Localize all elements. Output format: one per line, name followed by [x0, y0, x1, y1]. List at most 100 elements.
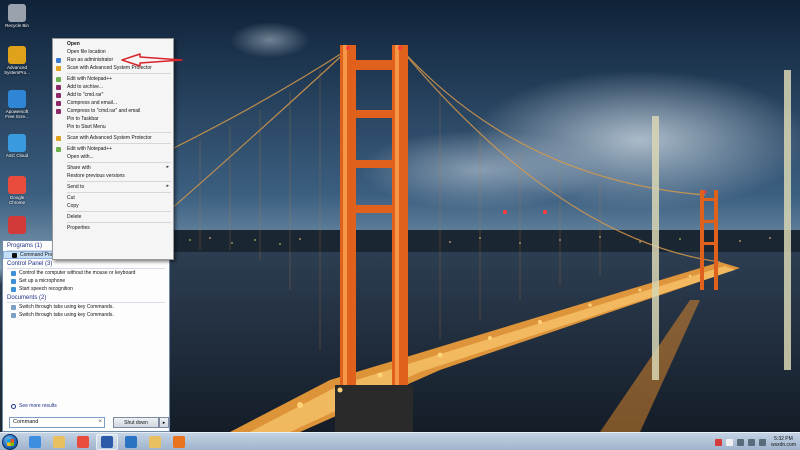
outlook-icon	[125, 435, 137, 448]
shield-icon	[56, 57, 61, 63]
app-icon	[8, 216, 26, 234]
see-more-results-link[interactable]: See more results	[11, 403, 57, 409]
context-menu-item-label: Share with	[67, 165, 91, 171]
archive-icon	[56, 100, 61, 106]
search-result-label: Control the computer without the mouse o…	[19, 270, 136, 276]
context-menu-item[interactable]: Edit with Notepad++	[53, 75, 173, 83]
desktop-icon[interactable]: Google Chrome	[2, 176, 32, 205]
shut-down-options-button[interactable]: ▸	[159, 417, 169, 428]
context-menu-item[interactable]: Compress to "cmd.rar" and email	[53, 107, 173, 115]
context-menu-item[interactable]: Properties	[53, 224, 173, 232]
notepad-icon	[56, 146, 61, 152]
control-panel-header: Control Panel (3)	[7, 261, 53, 267]
network-icon[interactable]	[747, 438, 755, 446]
chrome-icon	[8, 176, 26, 194]
chrome-icon	[77, 435, 89, 448]
search-result-label: Set up a microphone	[19, 278, 66, 284]
asp-icon	[56, 65, 61, 71]
desktop-icon[interactable]: Advanced SystemPro...	[2, 46, 32, 75]
clear-search-icon[interactable]: ×	[98, 419, 102, 425]
context-menu-item[interactable]: Scan with Advanced System Protector	[53, 134, 173, 142]
context-menu-item-label: Pin to Start Menu	[67, 124, 106, 130]
context-menu-item-label: Add to "cmd.rar"	[67, 92, 104, 98]
start-button[interactable]	[2, 433, 18, 450]
menu-separator	[67, 162, 171, 163]
search-result-item[interactable]: Start speech recognition	[3, 285, 169, 293]
context-menu-item[interactable]: Send to ▸	[53, 183, 173, 191]
search-result-item[interactable]: Switch through tabs using key Commands.	[3, 311, 169, 319]
start-search-input[interactable]: Command ×	[9, 417, 105, 428]
flag-icon[interactable]	[725, 438, 733, 446]
taskbar-button-ie[interactable]	[24, 434, 46, 450]
taskbar-button-folder[interactable]	[144, 434, 166, 450]
context-menu-item-label: Open file location	[67, 49, 106, 55]
context-menu-item-label: Cut	[67, 195, 75, 201]
folder-icon	[149, 435, 161, 448]
alert-icon[interactable]	[714, 438, 722, 446]
context-menu-item[interactable]: Restore previous versions	[53, 172, 173, 180]
control-panel-icon	[11, 270, 16, 276]
context-menu-item[interactable]: Cut	[53, 194, 173, 202]
search-result-item[interactable]: Set up a microphone	[3, 277, 169, 285]
taskbar-button-firefox[interactable]	[168, 434, 190, 450]
context-menu: Open Open file location Run as administrat…	[52, 38, 174, 260]
search-result-label: Switch through tabs using key Commands.	[19, 304, 114, 310]
taskbar-button-chrome[interactable]	[72, 434, 94, 450]
context-menu-item[interactable]: Pin to Taskbar	[53, 115, 173, 123]
search-result-item[interactable]: Switch through tabs using key Commands.	[3, 303, 169, 311]
context-menu-item[interactable]: Pin to Start Menu	[53, 123, 173, 131]
documents-header: Documents (2)	[7, 295, 47, 301]
search-result-item[interactable]: Control the computer without the mouse o…	[3, 269, 169, 277]
control-panel-icon	[11, 278, 16, 284]
context-menu-item[interactable]: Delete	[53, 213, 173, 221]
chevron-right-icon: ▸	[166, 183, 169, 189]
documents-list: Switch through tabs using key Commands. S…	[3, 303, 169, 319]
desktop-icon-label: Google Chrome	[8, 195, 25, 205]
battery-icon[interactable]	[736, 438, 744, 446]
taskbar-button-outlook[interactable]	[120, 434, 142, 450]
context-menu-item-label: Edit with Notepad++	[67, 146, 113, 152]
context-menu-item[interactable]: Edit with Notepad++	[53, 145, 173, 153]
menu-separator	[67, 181, 171, 182]
document-icon	[11, 304, 16, 310]
system-tray: 5:32 PM wsxdn.com	[714, 433, 796, 450]
chevron-right-icon: ▸	[166, 164, 169, 170]
taskbar-button-word[interactable]	[96, 433, 118, 450]
context-menu-item[interactable]: Add to archive...	[53, 83, 173, 91]
search-result-label: Start speech recognition	[19, 286, 73, 292]
desktop-icon[interactable]: Apowersoft Free Scre...	[2, 90, 32, 119]
tray-icons	[714, 438, 766, 446]
context-menu-item-label: Edit with Notepad++	[67, 76, 113, 82]
command-prompt-icon	[12, 252, 17, 258]
context-menu-item[interactable]: Share with ▸	[53, 164, 173, 172]
clock[interactable]: 5:32 PM wsxdn.com	[771, 436, 796, 448]
context-menu-item-label: Delete	[67, 214, 82, 220]
context-menu-item-label: Compress and email...	[67, 100, 118, 106]
desktop-icon-label: ASC Cloud	[5, 153, 29, 158]
shut-down-button[interactable]: Shut down	[113, 417, 159, 428]
desktop-icon[interactable]	[2, 216, 32, 235]
desktop-icon[interactable]: Recycle Bin	[2, 4, 32, 28]
context-menu-item-label: Pin to Taskbar	[67, 116, 99, 122]
context-menu-item[interactable]: Open with...	[53, 153, 173, 161]
menu-separator	[67, 73, 171, 74]
start-menu: Programs (1) Command Prompt Control Pane…	[2, 240, 170, 432]
taskbar-button-explorer[interactable]	[48, 434, 70, 450]
shut-down-label: Shut down	[124, 419, 148, 426]
desktop-icon[interactable]: ASC Cloud	[2, 134, 32, 158]
context-menu-item[interactable]: Open	[53, 40, 173, 48]
context-menu-item[interactable]: Add to "cmd.rar"	[53, 91, 173, 99]
context-menu-item[interactable]: Copy	[53, 202, 173, 210]
context-menu-item-label: Send to	[67, 184, 85, 190]
menu-separator	[67, 132, 171, 133]
see-more-label: See more results	[19, 403, 57, 409]
document-icon	[11, 312, 16, 318]
context-menu-item[interactable]: Compress and email...	[53, 99, 173, 107]
search-icon	[11, 403, 16, 409]
screen-recorder-icon	[8, 90, 26, 108]
archive-icon	[56, 108, 61, 114]
context-menu-item-label: Open with...	[67, 154, 94, 160]
context-menu-item-label: Restore previous versions	[67, 173, 125, 179]
context-menu-item-label: Properties	[67, 225, 90, 231]
volume-icon[interactable]	[758, 438, 766, 446]
